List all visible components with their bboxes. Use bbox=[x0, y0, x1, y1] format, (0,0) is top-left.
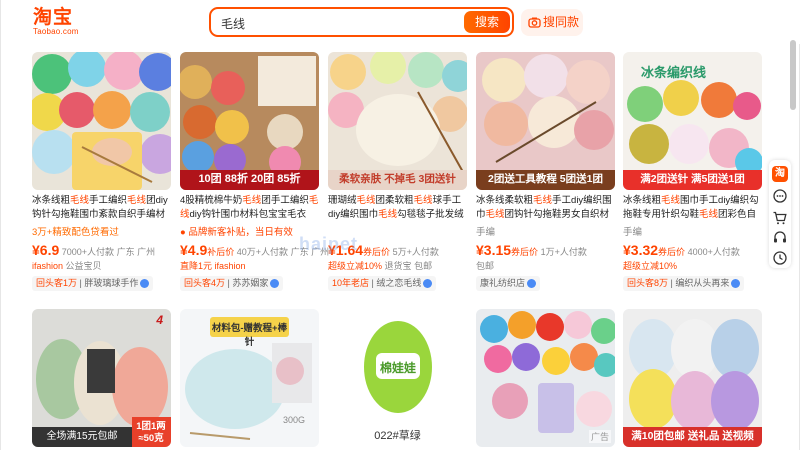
taobao-app-icon[interactable]: 淘 bbox=[772, 166, 788, 182]
weight-label: 300G bbox=[282, 415, 305, 425]
right-toolbar: 淘 bbox=[769, 160, 791, 268]
sales-count: 4000+人付款 bbox=[687, 247, 740, 257]
product-title[interactable]: 冰条线粗毛线手工编织毛线团diy钩针勾拖鞋围巾紊款自织手编材料 bbox=[32, 194, 171, 222]
price-row: ¥3.32券后价 4000+人付款 bbox=[623, 242, 740, 258]
sales-count: 40万+人付款 bbox=[236, 247, 289, 257]
promo-banner: 材料包-赠教程+棒针 bbox=[211, 323, 288, 348]
product-card[interactable]: 冰条编织线 满2团送针 满5团送1团 冰条线粗毛线围巾手工diy编织勾拖鞋专用针… bbox=[623, 52, 762, 292]
header: 淘宝 Taobao.com 搜索 搜同款 bbox=[1, 0, 800, 44]
shop-link[interactable]: 回头客1万 | 胖玻璃球手作 bbox=[32, 276, 154, 291]
image-search-button[interactable]: 搜同款 bbox=[521, 9, 583, 36]
shop-badge-icon bbox=[423, 279, 433, 289]
promo-banner: 满2团送针 满5团送1团 bbox=[640, 173, 745, 185]
promo-row: 直降1元 ifashion bbox=[180, 261, 246, 271]
watermark: haipet bbox=[299, 234, 359, 254]
weight-badge: 1团1两 ≈50克 bbox=[136, 421, 166, 444]
price: ¥3.15 bbox=[476, 242, 512, 258]
promo-banner: 2团送工具教程 5团送1团 bbox=[488, 173, 603, 185]
shop-badge-icon bbox=[527, 279, 537, 289]
promo-row: 超级立减10% 退货宝 包邮 bbox=[328, 261, 433, 271]
color-label: 022#草绿 bbox=[374, 430, 421, 442]
promo-row: 超级立减10% bbox=[623, 261, 678, 271]
product-card[interactable]: 4 全场满15元包邮 1团1两 ≈50克 bbox=[32, 309, 171, 450]
camera-icon bbox=[528, 17, 541, 28]
product-image[interactable] bbox=[32, 52, 171, 190]
product-image[interactable]: 冰条编织线 满2团送针 满5团送1团 bbox=[623, 52, 762, 190]
price-row: ¥3.15券后价 1万+人付款 bbox=[476, 242, 587, 258]
sales-count: 7000+人付款 bbox=[61, 247, 115, 257]
product-card[interactable]: 材料包-赠教程+棒针 300G bbox=[180, 309, 319, 450]
logo-main-text: 淘宝 bbox=[33, 6, 74, 28]
brand-label: 棉娃娃 bbox=[379, 361, 416, 375]
product-tag: 手编 bbox=[623, 227, 643, 238]
image-search-label: 搜同款 bbox=[543, 15, 580, 29]
shop-badge-icon bbox=[140, 279, 150, 289]
service-icon[interactable] bbox=[772, 230, 788, 246]
product-title[interactable]: 珊瑚绒毛线团柔软粗毛线球手工diy编织围巾毛线勾毯毯子批发绒绒线 bbox=[328, 194, 467, 222]
price: ¥4.9 bbox=[180, 242, 208, 258]
promo-banner: 10团 88折 20团 85折 bbox=[198, 173, 301, 185]
product-title[interactable]: 冰条线柔软粗毛线手工diy编织围巾毛线团钩针勾拖鞋男女自织材料 bbox=[476, 194, 615, 222]
product-tag: 3万+精致配色贷看过 bbox=[32, 227, 119, 238]
product-image[interactable]: 棉娃娃 022#草绿 bbox=[328, 309, 467, 447]
search-input[interactable] bbox=[221, 14, 451, 32]
shop-link[interactable]: 回头客8万 | 编织从头再来 bbox=[623, 276, 745, 291]
logo-sub-text: Taobao.com bbox=[33, 27, 79, 36]
price-row: ¥6.9 7000+人付款 广东 广州 bbox=[32, 242, 171, 258]
product-tag: ● 品牌新客补贴，当日有效 bbox=[180, 227, 293, 238]
location: 广东 广州 bbox=[116, 247, 156, 257]
product-card[interactable]: 满10团包邮 送礼品 送视频 bbox=[623, 309, 762, 450]
product-image[interactable]: 广告 bbox=[476, 309, 615, 447]
product-image[interactable]: 满10团包邮 送礼品 送视频 bbox=[623, 309, 762, 447]
shop-badge-icon bbox=[731, 279, 741, 289]
ad-label: 广告 bbox=[588, 430, 611, 443]
product-image[interactable]: 10团 88折 20团 85折 bbox=[180, 52, 319, 190]
product-card[interactable]: 柔软亲肤 不掉毛 3团送针 珊瑚绒毛线团柔软粗毛线球手工diy编织围巾毛线勾毯毯… bbox=[328, 52, 467, 292]
cart-icon[interactable] bbox=[772, 210, 788, 226]
promo-row: 包邮 bbox=[476, 261, 495, 271]
search-button[interactable]: 搜索 bbox=[464, 11, 510, 33]
product-card[interactable]: 冰条线粗毛线手工编织毛线团diy钩针勾拖鞋围巾紊款自织手编材料 3万+精致配色贷… bbox=[32, 52, 171, 292]
taobao-logo[interactable]: 淘宝 Taobao.com bbox=[33, 7, 93, 37]
product-card[interactable]: 广告 bbox=[476, 309, 615, 450]
product-image[interactable]: 材料包-赠教程+棒针 300G bbox=[180, 309, 319, 447]
shop-link[interactable]: 10年老店 | 绒之恋毛线 bbox=[328, 276, 437, 291]
shop-badge-icon bbox=[270, 279, 280, 289]
product-image[interactable]: 4 全场满15元包邮 1团1两 ≈50克 bbox=[32, 309, 171, 447]
price: ¥3.32 bbox=[623, 242, 659, 258]
shop-link[interactable]: 回头客4万 | 苏苏姻家 bbox=[180, 276, 284, 291]
promo-banner: 全场满15元包邮 bbox=[46, 431, 118, 442]
product-card[interactable]: 棉娃娃 022#草绿 bbox=[328, 309, 467, 450]
corner-label: 4 bbox=[156, 313, 163, 327]
product-card[interactable]: 10团 88折 20团 85折 4股精梳棉牛奶毛线团手工编织毛线diy钩针围巾材… bbox=[180, 52, 329, 292]
promo-banner: 满10团包邮 送礼品 送视频 bbox=[631, 430, 754, 442]
history-icon[interactable] bbox=[772, 250, 788, 266]
shop-link[interactable]: 康礼纺织店 bbox=[476, 276, 541, 291]
product-tag: 手编 bbox=[476, 227, 496, 238]
promo-row: ifashion 公益宝贝 bbox=[32, 261, 102, 271]
product-image[interactable]: 柔软亲肤 不掉毛 3团送针 bbox=[328, 52, 467, 190]
product-title[interactable]: 4股精梳棉牛奶毛线团手工编织毛线diy钩针围巾材料包宝宝毛衣 bbox=[180, 194, 319, 222]
product-card[interactable]: 2团送工具教程 5团送1团 冰条线柔软粗毛线手工diy编织围巾毛线团钩针勾拖鞋男… bbox=[476, 52, 615, 292]
product-image[interactable]: 2团送工具教程 5团送1团 bbox=[476, 52, 615, 190]
product-title[interactable]: 冰条线粗毛线围巾手工diy编织勾拖鞋专用针织勾鞋毛线团彩色自织 bbox=[623, 194, 762, 222]
feedback-icon[interactable] bbox=[772, 188, 788, 204]
image-title: 冰条编织线 bbox=[641, 65, 707, 80]
taobao-search-page: 淘宝 Taobao.com 搜索 搜同款 bbox=[0, 0, 800, 450]
search-box: 搜索 bbox=[209, 7, 514, 37]
promo-banner: 柔软亲肤 不掉毛 3团送针 bbox=[339, 173, 456, 185]
sales-count: 5万+人付款 bbox=[392, 247, 439, 257]
price: ¥6.9 bbox=[32, 242, 60, 258]
scrollbar[interactable] bbox=[790, 40, 796, 110]
sales-count: 1万+人付款 bbox=[540, 247, 587, 257]
